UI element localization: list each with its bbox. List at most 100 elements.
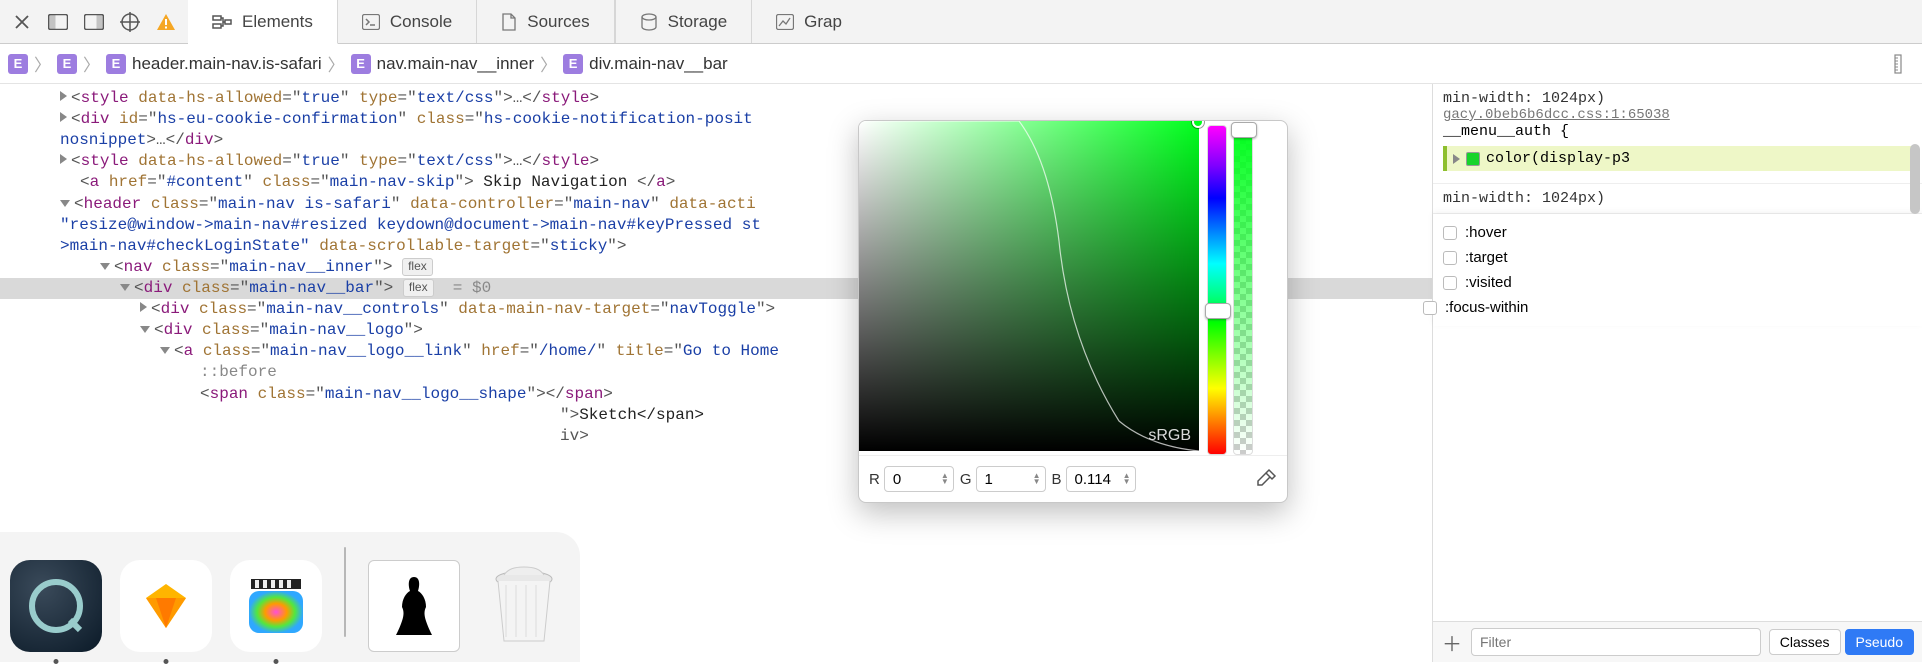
tab-graphics[interactable]: Grap — [752, 0, 866, 43]
pseudo-button[interactable]: Pseudo — [1845, 629, 1914, 655]
flex-badge[interactable]: flex — [402, 258, 433, 276]
breadcrumb: E 〉 E 〉 Eheader.main-nav.is-safari 〉 Ena… — [0, 44, 1922, 84]
breadcrumb-label: nav.main-nav__inner — [377, 54, 535, 74]
input-value: 1 — [985, 471, 993, 488]
tab-storage[interactable]: Storage — [615, 0, 753, 43]
styles-filter-bar: ＋ Classes Pseudo — [1433, 621, 1922, 662]
add-rule-button[interactable]: ＋ — [1441, 631, 1463, 653]
breadcrumb-item[interactable]: E — [8, 54, 28, 74]
disclosure-open-icon[interactable] — [140, 326, 150, 333]
hue-slider[interactable] — [1207, 125, 1227, 455]
dock-left-icon[interactable] — [46, 10, 70, 34]
css-value: color(display-p3 — [1486, 150, 1630, 167]
pseudo-toggle[interactable]: :hover — [1443, 220, 1912, 245]
color-input-g: G 1 ▲▼ — [960, 466, 1046, 492]
checkbox-icon[interactable] — [1423, 301, 1437, 315]
color-input-r: R 0▲▼ — [869, 466, 954, 492]
warning-icon[interactable] — [154, 10, 178, 34]
element-badge-icon: E — [563, 54, 583, 74]
classes-button[interactable]: Classes — [1769, 629, 1841, 655]
number-input[interactable]: 0▲▼ — [884, 466, 954, 492]
checkbox-icon[interactable] — [1443, 251, 1457, 265]
tab-console[interactable]: Console — [338, 0, 477, 43]
checkbox-icon[interactable] — [1443, 226, 1457, 240]
disclosure-open-icon[interactable] — [60, 200, 70, 207]
breadcrumb-item[interactable]: Eheader.main-nav.is-safari — [106, 54, 322, 74]
devtools-tabbar: Elements Console Sources Storage Grap — [0, 0, 1922, 44]
color-input-b: B 0.114 ▲▼ — [1052, 466, 1136, 492]
slider-thumb[interactable] — [1205, 303, 1231, 319]
chevron-right-icon: 〉 — [328, 51, 345, 76]
dock-app-sketch[interactable] — [120, 560, 212, 652]
ruler-icon[interactable] — [1890, 52, 1914, 76]
color-picker-popover: sRGB R 0▲▼ G 1 ▲▼ B 0.114 ▲▼ — [858, 120, 1288, 503]
checkbox-icon[interactable] — [1443, 276, 1457, 290]
source-link[interactable]: gacy.0beb6b6dcc.css:1:65038 — [1443, 107, 1912, 123]
tab-elements[interactable]: Elements — [188, 0, 338, 44]
dock-app-finalcut[interactable] — [230, 560, 322, 652]
selected-indicator: = $0 — [453, 279, 491, 297]
disclosure-open-icon[interactable] — [120, 284, 130, 291]
color-swatch[interactable] — [1466, 152, 1480, 166]
chevron-right-icon: 〉 — [83, 51, 100, 76]
css-rule[interactable]: min-width: 1024px) gacy.0beb6b6dcc.css:1… — [1433, 84, 1922, 184]
breadcrumb-label: header.main-nav.is-safari — [132, 54, 322, 74]
stepper-icon[interactable]: ▲▼ — [1033, 473, 1041, 485]
stepper-icon[interactable]: ▲▼ — [1123, 473, 1131, 485]
input-label: R — [869, 471, 880, 488]
number-input[interactable]: 0.114 ▲▼ — [1066, 466, 1136, 492]
stepper-icon[interactable]: ▲▼ — [941, 473, 949, 485]
pseudo-toggle[interactable]: :target — [1443, 245, 1912, 270]
element-badge-icon: E — [8, 54, 28, 74]
element-badge-icon: E — [351, 54, 371, 74]
chevron-right-icon: 〉 — [540, 51, 557, 76]
disclosure-open-icon[interactable] — [160, 347, 170, 354]
styles-filter-input[interactable] — [1471, 628, 1761, 656]
css-declaration[interactable]: color(display-p3 — [1443, 146, 1912, 171]
dom-row[interactable]: <style data-hs-allowed="true" type="text… — [0, 88, 1432, 109]
dock-item-clipboard[interactable] — [368, 560, 460, 652]
styles-panel: min-width: 1024px) gacy.0beb6b6dcc.css:1… — [1432, 84, 1922, 662]
pseudo-class-panel: :hover :target :visited :focus-within — [1433, 214, 1922, 326]
disclosure-closed-icon[interactable] — [60, 154, 67, 164]
disclosure-closed-icon[interactable] — [140, 302, 147, 312]
disclosure-closed-icon[interactable] — [1453, 154, 1460, 164]
chevron-right-icon: 〉 — [34, 51, 51, 76]
tab-label: Storage — [668, 12, 728, 32]
dock-app-quicktime[interactable] — [10, 560, 102, 652]
close-icon[interactable] — [10, 10, 34, 34]
alpha-slider[interactable] — [1233, 125, 1253, 455]
breadcrumb-item[interactable]: Ediv.main-nav__bar — [563, 54, 728, 74]
dock-right-icon[interactable] — [82, 10, 106, 34]
number-input[interactable]: 1 ▲▼ — [976, 466, 1046, 492]
inspect-element-icon[interactable] — [118, 10, 142, 34]
input-label: B — [1052, 471, 1062, 488]
tab-label: Sources — [527, 12, 589, 32]
breadcrumb-label: div.main-nav__bar — [589, 54, 728, 74]
slider-thumb[interactable] — [1231, 122, 1257, 138]
disclosure-closed-icon[interactable] — [60, 91, 67, 101]
segmented-control: Classes Pseudo — [1769, 629, 1914, 655]
disclosure-open-icon[interactable] — [100, 263, 110, 270]
input-label: G — [960, 471, 972, 488]
macos-dock — [0, 532, 580, 662]
pseudo-label: :hover — [1465, 224, 1507, 241]
color-field[interactable]: sRGB — [859, 121, 1199, 451]
pseudo-toggle[interactable]: :focus-within — [1423, 295, 1912, 320]
disclosure-closed-icon[interactable] — [60, 112, 67, 122]
dock-item-trash[interactable] — [478, 560, 570, 652]
scrollbar-thumb[interactable] — [1910, 144, 1920, 214]
color-cursor[interactable] — [1192, 120, 1204, 128]
css-rule[interactable]: min-width: 1024px) — [1433, 184, 1922, 214]
flex-badge[interactable]: flex — [403, 279, 434, 297]
pseudo-label: :target — [1465, 249, 1508, 266]
eyedropper-icon[interactable] — [1255, 468, 1277, 490]
media-query: min-width: 1024px) — [1443, 90, 1912, 107]
css-selector: __menu__auth { — [1443, 123, 1912, 140]
tab-sources[interactable]: Sources — [477, 0, 614, 43]
breadcrumb-item[interactable]: E — [57, 54, 77, 74]
input-value: 0.114 — [1075, 471, 1111, 488]
pseudo-label: :visited — [1465, 274, 1512, 291]
breadcrumb-item[interactable]: Enav.main-nav__inner — [351, 54, 535, 74]
pseudo-toggle[interactable]: :visited — [1443, 270, 1912, 295]
